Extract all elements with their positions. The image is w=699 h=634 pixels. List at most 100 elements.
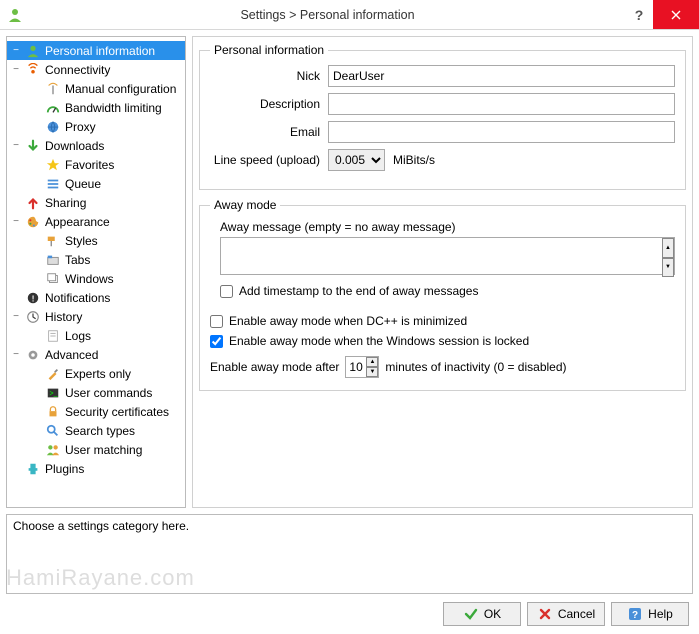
ok-button[interactable]: OK	[443, 602, 521, 626]
users-icon	[45, 442, 61, 458]
settings-panel: Personal information Nick Description Em…	[192, 36, 693, 508]
tree-item-styles[interactable]: Styles	[7, 231, 185, 250]
tree-item-logs[interactable]: Logs	[7, 326, 185, 345]
line-speed-select[interactable]: 0.005	[328, 149, 385, 171]
tree-item-favorites[interactable]: Favorites	[7, 155, 185, 174]
antenna-icon	[45, 81, 61, 97]
expand-icon[interactable]: −	[11, 217, 21, 227]
tabs-icon	[45, 252, 61, 268]
locked-checkbox[interactable]	[210, 335, 223, 348]
close-button[interactable]	[653, 0, 699, 29]
spin-down-icon[interactable]: ▼	[366, 367, 378, 377]
tree-item-user-commands[interactable]: >_ User commands	[7, 383, 185, 402]
line-speed-label: Line speed (upload)	[210, 153, 320, 167]
away-message-input[interactable]	[220, 237, 675, 275]
window-title: Settings > Personal information	[30, 8, 625, 22]
tree-item-proxy[interactable]: Proxy	[7, 117, 185, 136]
inactivity-spinner[interactable]: ▲ ▼	[366, 357, 378, 377]
inactivity-suffix: minutes of inactivity (0 = disabled)	[385, 360, 566, 374]
cancel-label: Cancel	[558, 607, 595, 621]
tree-item-manual-configuration[interactable]: Manual configuration	[7, 79, 185, 98]
tree-item-label: History	[45, 310, 82, 324]
tree-item-tabs[interactable]: Tabs	[7, 250, 185, 269]
tree-item-label: Sharing	[45, 196, 86, 210]
tree-item-security-certificates[interactable]: Security certificates	[7, 402, 185, 421]
titlebar-help-button[interactable]: ?	[625, 0, 653, 29]
tree-item-label: Proxy	[65, 120, 96, 134]
tree-item-label: User matching	[65, 443, 142, 457]
expand-icon[interactable]: −	[11, 312, 21, 322]
tree-item-history[interactable]: − History	[7, 307, 185, 326]
description-input[interactable]	[328, 93, 675, 115]
queue-icon	[45, 176, 61, 192]
nick-label: Nick	[210, 69, 320, 83]
globe-icon	[45, 119, 61, 135]
svg-text:>_: >_	[50, 390, 58, 397]
away-mode-legend: Away mode	[210, 198, 280, 212]
cancel-button[interactable]: Cancel	[527, 602, 605, 626]
tree-item-experts-only[interactable]: Experts only	[7, 364, 185, 383]
tree-item-user-matching[interactable]: User matching	[7, 440, 185, 459]
up-icon	[25, 195, 41, 211]
tree-item-advanced[interactable]: − Advanced	[7, 345, 185, 364]
description-label: Description	[210, 97, 320, 111]
gear-icon	[25, 347, 41, 363]
tree-item-sharing[interactable]: Sharing	[7, 193, 185, 212]
nick-input[interactable]	[328, 65, 675, 87]
tree-item-connectivity[interactable]: − Connectivity	[7, 60, 185, 79]
settings-tree[interactable]: − Personal information − Connectivity Manual…	[6, 36, 186, 508]
tree-item-queue[interactable]: Queue	[7, 174, 185, 193]
tree-item-bandwidth-limiting[interactable]: Bandwidth limiting	[7, 98, 185, 117]
expand-icon[interactable]: −	[11, 350, 21, 360]
help-icon: ?	[627, 606, 643, 622]
plugin-icon	[25, 461, 41, 477]
textarea-spinner[interactable]: ▲ ▼	[662, 238, 674, 277]
expand-icon[interactable]: −	[11, 46, 21, 56]
tree-item-label: Search types	[65, 424, 135, 438]
star-icon	[45, 157, 61, 173]
help-button[interactable]: ? Help	[611, 602, 689, 626]
person-icon	[25, 43, 41, 59]
tree-item-label: Security certificates	[65, 405, 169, 419]
personal-info-legend: Personal information	[210, 43, 328, 57]
bell-icon: !	[25, 290, 41, 306]
app-icon	[0, 7, 30, 23]
tree-item-label: Personal information	[45, 44, 155, 58]
email-input[interactable]	[328, 121, 675, 143]
tree-item-label: Queue	[65, 177, 101, 191]
timestamp-label[interactable]: Add timestamp to the end of away message…	[239, 284, 478, 298]
tree-item-label: Advanced	[45, 348, 98, 362]
tree-item-plugins[interactable]: Plugins	[7, 459, 185, 478]
tree-item-label: User commands	[65, 386, 152, 400]
tree-item-label: Styles	[65, 234, 98, 248]
logs-icon	[45, 328, 61, 344]
clock-icon	[25, 309, 41, 325]
palette-icon	[25, 214, 41, 230]
dial-icon	[45, 100, 61, 116]
expand-icon[interactable]: −	[11, 65, 21, 75]
tree-item-appearance[interactable]: −Appearance	[7, 212, 185, 231]
locked-label[interactable]: Enable away mode when the Windows sessio…	[229, 334, 529, 348]
personal-info-group: Personal information Nick Description Em…	[199, 43, 686, 190]
tree-item-label: Windows	[65, 272, 114, 286]
tree-item-notifications[interactable]: !Notifications	[7, 288, 185, 307]
check-icon	[463, 606, 479, 622]
tree-item-label: Downloads	[45, 139, 104, 153]
timestamp-checkbox[interactable]	[220, 285, 233, 298]
minimize-checkbox[interactable]	[210, 315, 223, 328]
expand-icon[interactable]: −	[11, 141, 21, 151]
tree-item-windows[interactable]: Windows	[7, 269, 185, 288]
email-label: Email	[210, 125, 320, 139]
tree-item-label: Manual configuration	[65, 82, 176, 96]
tree-item-label: Connectivity	[45, 63, 110, 77]
minimize-label[interactable]: Enable away mode when DC++ is minimized	[229, 314, 467, 328]
line-speed-unit: MiBits/s	[393, 153, 435, 167]
tree-item-personal-information[interactable]: − Personal information	[7, 41, 185, 60]
tree-item-search-types[interactable]: Search types	[7, 421, 185, 440]
tree-item-downloads[interactable]: − Downloads	[7, 136, 185, 155]
spin-down-icon[interactable]: ▼	[662, 258, 674, 278]
svg-text:?: ?	[632, 610, 638, 621]
spin-up-icon[interactable]: ▲	[662, 238, 674, 258]
spin-up-icon[interactable]: ▲	[366, 357, 378, 367]
cancel-icon	[537, 606, 553, 622]
